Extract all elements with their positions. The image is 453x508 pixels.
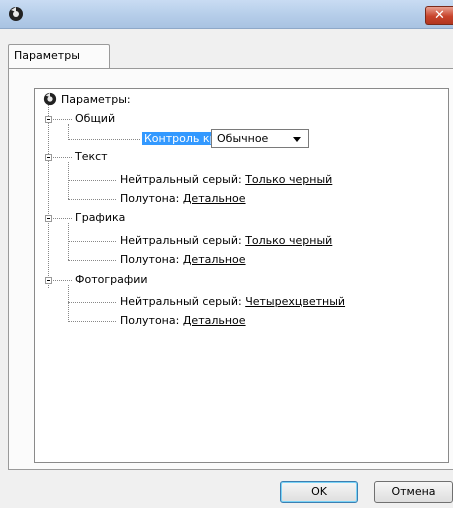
neutral-gray-value[interactable]: Только черный bbox=[245, 173, 332, 186]
collapse-icon[interactable] bbox=[45, 277, 52, 284]
halftone-label: Полутона: bbox=[120, 314, 180, 327]
tree-line bbox=[68, 260, 116, 261]
tree-line bbox=[68, 321, 116, 322]
tree-node-text[interactable]: Текст bbox=[75, 150, 108, 164]
tree-line bbox=[68, 285, 69, 322]
printer-settings-icon bbox=[43, 92, 57, 106]
collapse-icon[interactable] bbox=[45, 215, 52, 222]
collapse-icon[interactable] bbox=[45, 154, 52, 161]
neutral-gray-value[interactable]: Четырехцветный bbox=[245, 295, 345, 308]
tree-line bbox=[68, 241, 116, 242]
properties-dialog: ✕ Параметры Параметры: Общий Контроль кр… bbox=[0, 0, 453, 508]
neutral-gray-label: Нейтральный серый: bbox=[120, 295, 242, 308]
tree-item-photos-neutral[interactable]: Нейтральный серый: Четырехцветный bbox=[120, 295, 345, 309]
tree-node-general[interactable]: Общий bbox=[75, 112, 115, 126]
edge-control-value: Обычное bbox=[217, 132, 269, 145]
tree-item-graphics-halftone[interactable]: Полутона: Детальное bbox=[120, 253, 246, 267]
tree-item-text-halftone[interactable]: Полутона: Детальное bbox=[120, 192, 246, 206]
ok-button[interactable]: OK bbox=[280, 481, 358, 503]
tree-item-graphics-neutral[interactable]: Нейтральный серый: Только черный bbox=[120, 234, 332, 248]
tree-root-label: Параметры: bbox=[61, 93, 131, 106]
halftone-label: Полутона: bbox=[120, 192, 180, 205]
title-bar: ✕ bbox=[0, 0, 453, 29]
halftone-value[interactable]: Детальное bbox=[183, 192, 246, 205]
edge-control-dropdown[interactable]: Обычное bbox=[211, 129, 309, 148]
cancel-button[interactable]: Отмена bbox=[374, 481, 453, 503]
tree-line bbox=[48, 105, 49, 288]
halftone-value[interactable]: Детальное bbox=[183, 314, 246, 327]
app-icon bbox=[9, 7, 23, 21]
tree-item-text-neutral[interactable]: Нейтральный серый: Только черный bbox=[120, 173, 332, 187]
tree-node-graphics[interactable]: Графика bbox=[75, 211, 125, 225]
neutral-gray-label: Нейтральный серый: bbox=[120, 234, 242, 247]
tree-node-photos[interactable]: Фотографии bbox=[75, 273, 148, 287]
tree-line bbox=[68, 124, 69, 140]
tree-line bbox=[68, 139, 140, 140]
halftone-label: Полутона: bbox=[120, 253, 180, 266]
tree-line bbox=[68, 302, 116, 303]
tab-parameters[interactable]: Параметры bbox=[8, 44, 110, 69]
close-button[interactable]: ✕ bbox=[425, 6, 453, 25]
halftone-value[interactable]: Детальное bbox=[183, 253, 246, 266]
close-icon: ✕ bbox=[434, 8, 445, 23]
neutral-gray-label: Нейтральный серый: bbox=[120, 173, 242, 186]
tree-line bbox=[68, 199, 116, 200]
tree-line bbox=[68, 180, 116, 181]
chevron-down-icon bbox=[293, 137, 301, 142]
collapse-icon[interactable] bbox=[45, 116, 52, 123]
tree-item-photos-halftone[interactable]: Полутона: Детальное bbox=[120, 314, 246, 328]
neutral-gray-value[interactable]: Только черный bbox=[245, 234, 332, 247]
